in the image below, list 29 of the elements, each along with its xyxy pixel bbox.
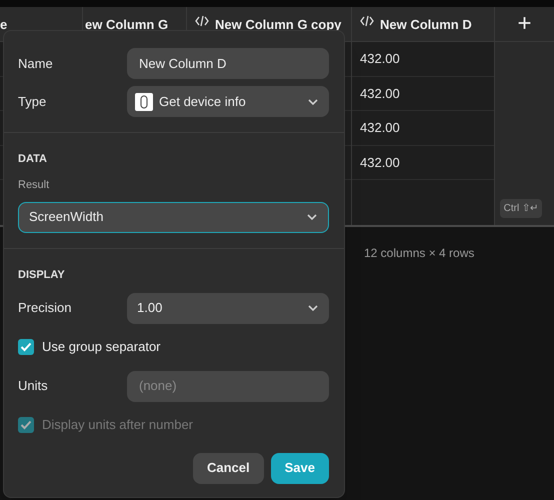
table-cell: 432.00 <box>352 76 494 111</box>
checkbox-label: Display units after number <box>42 416 194 434</box>
shortcut-hint: Ctrl ⇧↵ <box>500 199 542 218</box>
precision-select[interactable]: 1.00 <box>127 292 329 324</box>
checkbox-label: Use group separator <box>42 338 161 356</box>
field-label: Precision <box>18 299 72 318</box>
chevron-down-icon <box>307 304 319 312</box>
name-field[interactable]: New Column D <box>127 48 329 79</box>
chevron-down-icon <box>307 98 319 106</box>
checkbox[interactable] <box>18 339 34 355</box>
field-label: Type <box>18 92 48 111</box>
table-cell: 432.00 <box>352 111 494 146</box>
table-cell: 432.00 <box>352 146 494 180</box>
section-heading: DATA <box>18 153 47 165</box>
result-select[interactable]: ScreenWidth <box>18 202 329 232</box>
add-column-button[interactable]: + <box>517 12 532 36</box>
phone-icon <box>135 92 153 110</box>
field-label: Units <box>18 377 49 396</box>
table-summary: 12 columns × 4 rows <box>364 246 474 260</box>
table-cell: 432.00 <box>352 42 494 76</box>
chevron-down-icon <box>306 213 318 221</box>
section-heading: DISPLAY <box>18 268 65 280</box>
field-label: Result <box>18 178 50 193</box>
code-icon <box>360 15 374 27</box>
code-icon <box>195 15 209 27</box>
type-select[interactable]: Get device info <box>127 86 329 117</box>
field-label: Name <box>18 54 54 73</box>
column-header[interactable]: New Column D <box>352 7 494 42</box>
cancel-button[interactable]: Cancel <box>192 452 264 484</box>
